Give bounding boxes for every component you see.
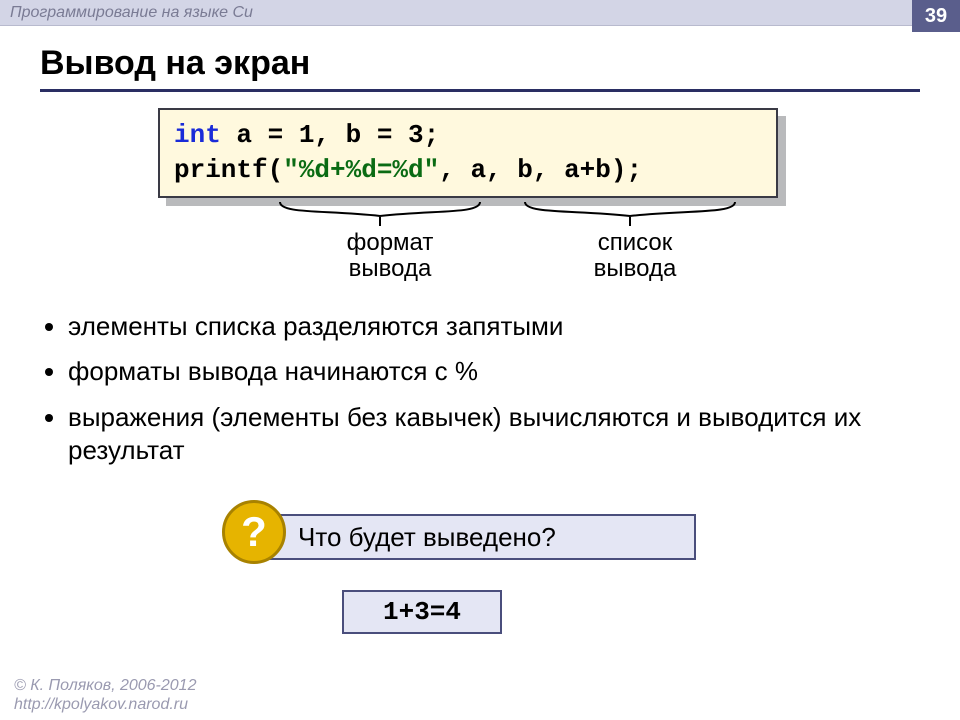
question-mark-icon: ? [222,500,286,564]
bullet-1: элементы списка разделяются запятыми [68,310,930,343]
footer-copyright: © К. Поляков, 2006-2012 [14,676,196,695]
topbar: Программирование на языке Си [0,0,960,26]
code-args: , a, b, a+b); [439,155,642,185]
slide-heading: Вывод на экран [40,44,920,92]
code-line1-rest: a = 1, b = 3; [221,120,439,150]
annotation-format: формат вывода [330,230,450,283]
slide: Программирование на языке Си 39 Вывод на… [0,0,960,720]
code-keyword: int [174,120,221,150]
brace-format-icon [275,200,485,228]
footer: © К. Поляков, 2006-2012 http://kpolyakov… [14,676,196,714]
code-format-string: "%d+%d=%d" [283,155,439,185]
page-number-badge: 39 [912,0,960,32]
code-func: printf( [174,155,283,185]
footer-url: http://kpolyakov.narod.ru [14,695,196,714]
annotation-list: список вывода [575,230,695,283]
question-text: Что будет выведено? [298,522,556,553]
bullet-2: форматы вывода начинаются с % [68,355,930,388]
bullet-list: элементы списка разделяются запятыми фор… [40,310,930,479]
question-box: Что будет выведено? [256,514,696,560]
topbar-title: Программирование на языке Си [10,4,253,22]
code-box: int a = 1, b = 3; printf("%d+%d=%d", a, … [158,108,778,198]
bullet-3: выражения (элементы без кавычек) вычисля… [68,401,930,468]
answer-box: 1+3=4 [342,590,502,634]
brace-list-icon [520,200,740,228]
